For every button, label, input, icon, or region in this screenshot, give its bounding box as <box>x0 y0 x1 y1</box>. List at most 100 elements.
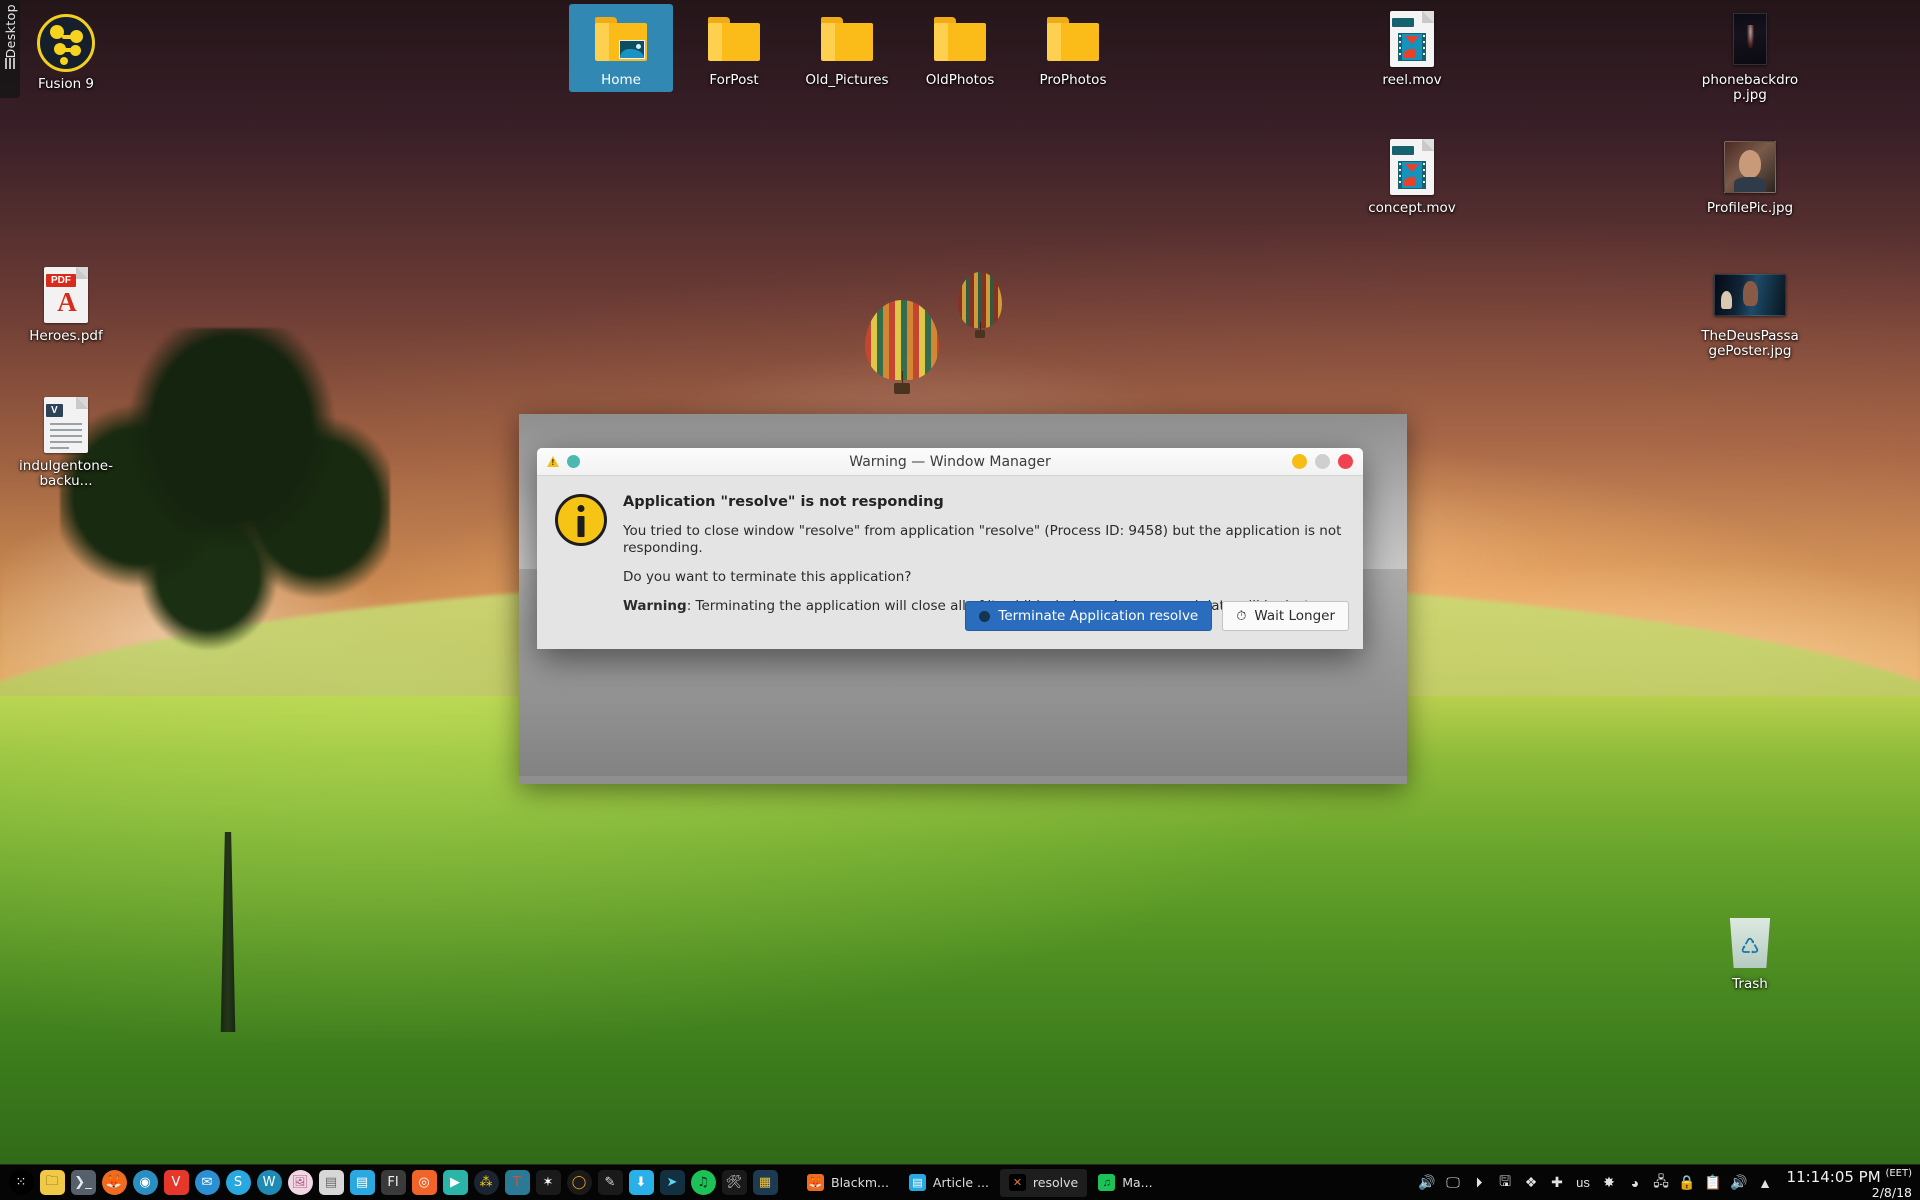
window-blackmagic[interactable]: 🦊 Blackm... <box>798 1169 898 1197</box>
desktop-icon-concept-mov[interactable]: concept.mov <box>1360 132 1464 220</box>
desktop-icon-trash[interactable]: Trash <box>1698 908 1802 996</box>
desktop-icon-old-pictures[interactable]: Old_Pictures <box>795 4 899 92</box>
launcher-terminal[interactable]: ❯_ <box>68 1168 98 1198</box>
desktop-icon-home[interactable]: Home <box>569 4 673 92</box>
firefox-icon: 🦊 <box>101 1170 127 1195</box>
launcher-firefox[interactable]: 🦊 <box>99 1168 129 1198</box>
spotify-icon: ♫ <box>690 1170 716 1195</box>
darktable-icon: ✶ <box>535 1170 561 1195</box>
usb-device-icon[interactable]: 🖫 <box>1496 1173 1515 1192</box>
desktop-icon-phonebackdrop-jpg[interactable]: phonebackdrop.jpg <box>1698 4 1802 107</box>
window-task-label: Blackm... <box>831 1175 889 1190</box>
settings-gear-icon[interactable]: ✸ <box>1600 1173 1619 1192</box>
launcher-downloader[interactable]: ⬇ <box>626 1168 656 1198</box>
libreoffice-icon: ▤ <box>318 1170 344 1195</box>
dialog-button-row[interactable]: Terminate Application resolve ⏱ Wait Lon… <box>965 601 1349 631</box>
maximize-button[interactable] <box>1315 454 1330 469</box>
launcher-fontforge[interactable]: FI <box>378 1168 408 1198</box>
fusion-icon: ⁂ <box>473 1170 499 1195</box>
lock-icon[interactable]: 🔒 <box>1678 1173 1697 1192</box>
keyboard-layout[interactable]: us <box>1574 1173 1593 1192</box>
taskbar-window-list[interactable]: 🦊 Blackm... ▤ Article ... ✕ resolve ♫ Ma... <box>798 1168 1418 1197</box>
clock-date: 2/8/18 <box>1871 1184 1912 1200</box>
network-icon[interactable]: 🖧 <box>1652 1173 1671 1192</box>
dialog-paragraph-1: You tried to close window "resolve" from… <box>623 523 1342 556</box>
launcher-thunderbird[interactable]: ✉ <box>192 1168 222 1198</box>
clipboard-icon[interactable]: 📋 <box>1704 1173 1723 1192</box>
desktop-icon-heroes-pdf[interactable]: PDF A Heroes.pdf <box>14 260 118 348</box>
launcher-resolve[interactable]: T <box>502 1168 532 1198</box>
launcher-glyph: ➤ <box>666 1175 678 1190</box>
minimize-button[interactable] <box>1292 454 1307 469</box>
tray-glyph: ◕ <box>1630 1174 1640 1191</box>
warning-dialog[interactable]: Warning — Window Manager Application "re… <box>537 448 1363 649</box>
dialog-titlebar[interactable]: Warning — Window Manager <box>537 448 1363 476</box>
accessibility-icon[interactable]: ◕ <box>1626 1173 1645 1192</box>
folder-icon <box>1047 17 1099 61</box>
notification-volume-icon[interactable]: 🔊 <box>1730 1173 1749 1192</box>
close-button[interactable] <box>1338 454 1353 469</box>
launcher-glyph: S <box>233 1175 243 1190</box>
taskbar-launchers[interactable]: ⁙ 🗀 ❯_ 🦊 ◉ V ✉ S W 🖼 ▤ ▤ FI ◎ ▶ ⁂ T ✶ ◯ ✎ ⬇ ➤ ♫ 🛠 ▦ <box>0 1168 780 1198</box>
movie-file-icon <box>1390 139 1434 195</box>
thunderbird-icon: ✉ <box>194 1170 220 1195</box>
desktop-icon-prophotos[interactable]: ProPhotos <box>1021 4 1125 92</box>
tray-glyph: 🖧 <box>1653 1172 1669 1189</box>
desktop-icon-profilepic-jpg[interactable]: ProfilePic.jpg <box>1698 132 1802 220</box>
launcher-libreoffice-writer[interactable]: ▤ <box>347 1168 377 1198</box>
launcher-skype[interactable]: S <box>223 1168 253 1198</box>
launcher-fusion[interactable]: ⁂ <box>471 1168 501 1198</box>
launcher-file-manager[interactable]: 🗀 <box>37 1168 67 1198</box>
desktop-icon-indulgentone-backu[interactable]: Vindulgentone-backu... <box>14 390 118 493</box>
launcher-gimp-circle[interactable]: ◯ <box>564 1168 594 1198</box>
launcher-glyph: ◎ <box>418 1175 430 1190</box>
window-resolve[interactable]: ✕ resolve <box>999 1168 1088 1197</box>
launcher-inkscape[interactable]: ✎ <box>595 1168 625 1198</box>
desktop-icon-reel-mov[interactable]: reel.mov <box>1360 4 1464 92</box>
titlebar-window-buttons[interactable] <box>1292 454 1353 469</box>
show-hidden-icon[interactable]: ▲ <box>1756 1173 1775 1192</box>
launcher-gallery[interactable]: 🖼 <box>285 1168 315 1198</box>
launcher-wordpress[interactable]: W <box>254 1168 284 1198</box>
libreoffice-writer-icon: ▤ <box>349 1170 375 1195</box>
media-play-icon[interactable]: ⏵ <box>1470 1173 1489 1192</box>
launcher-libreoffice[interactable]: ▤ <box>316 1168 346 1198</box>
window-manager[interactable]: ♫ Ma... <box>1089 1169 1161 1197</box>
launcher-krita[interactable]: ◎ <box>409 1168 439 1198</box>
launcher-telegram[interactable]: ➤ <box>657 1168 687 1198</box>
wait-longer-button[interactable]: ⏱ Wait Longer <box>1222 601 1349 631</box>
launcher-glyph: ⁙ <box>15 1175 27 1190</box>
launcher-glyph: ◉ <box>139 1175 151 1190</box>
fusion-app-icon <box>37 14 95 72</box>
firefox-icon: 🦊 <box>807 1174 824 1191</box>
launcher-glyph: 🖼 <box>291 1175 309 1190</box>
terminate-application-button[interactable]: Terminate Application resolve <box>965 601 1213 631</box>
launcher-system-tools[interactable]: 🛠 <box>719 1168 749 1198</box>
desktop-icon-glyph <box>1023 8 1123 70</box>
system-tray[interactable]: 🔊 🖵 ⏵ 🖫 ❖ ✚ us ✸ ◕ 🖧 🔒 📋 🔊 ▲ <box>1418 1173 1781 1192</box>
launcher-system-monitor[interactable]: ▦ <box>750 1168 780 1198</box>
tray-glyph: 🔊 <box>1418 1174 1436 1190</box>
launcher-spotify[interactable]: ♫ <box>688 1168 718 1198</box>
resolve-icon: ✕ <box>1008 1174 1026 1191</box>
desktop-icon-glyph <box>684 8 784 70</box>
folder-icon <box>934 17 986 61</box>
tray-glyph: ✚ <box>1551 1174 1563 1190</box>
desktop-icon-glyph <box>1362 8 1462 70</box>
launcher-vivaldi[interactable]: V <box>161 1168 191 1198</box>
window-article[interactable]: ▤ Article ... <box>900 1169 998 1197</box>
launcher-video-player[interactable]: ▶ <box>440 1168 470 1198</box>
launcher-chromium[interactable]: ◉ <box>130 1168 160 1198</box>
display-icon[interactable]: 🖵 <box>1444 1173 1463 1192</box>
launcher-darktable[interactable]: ✶ <box>533 1168 563 1198</box>
desktop-icon-oldphotos[interactable]: OldPhotos <box>908 4 1012 92</box>
launcher-plasma-menu[interactable]: ⁙ <box>6 1168 36 1198</box>
taskbar[interactable]: ⁙ 🗀 ❯_ 🦊 ◉ V ✉ S W 🖼 ▤ ▤ FI ◎ ▶ ⁂ T ✶ ◯ ✎ ⬇ ➤ ♫ 🛠 ▦ 🦊 Blackm... ▤ A… <box>0 1164 1920 1200</box>
desktop-icon-thedeuspassageposter-jpg[interactable]: TheDeusPassagePoster.jpg <box>1698 260 1802 363</box>
volume-icon[interactable]: 🔊 <box>1418 1173 1437 1192</box>
bluetooth-icon[interactable]: ✚ <box>1548 1173 1567 1192</box>
taskbar-clock[interactable]: 11:14:05 PM (EET) 2/8/18 <box>1781 1166 1920 1200</box>
desktop-icon-fusion-9[interactable]: Fusion 9 <box>14 8 118 96</box>
desktop-icon-forpost[interactable]: ForPost <box>682 4 786 92</box>
dropbox-icon[interactable]: ❖ <box>1522 1173 1541 1192</box>
